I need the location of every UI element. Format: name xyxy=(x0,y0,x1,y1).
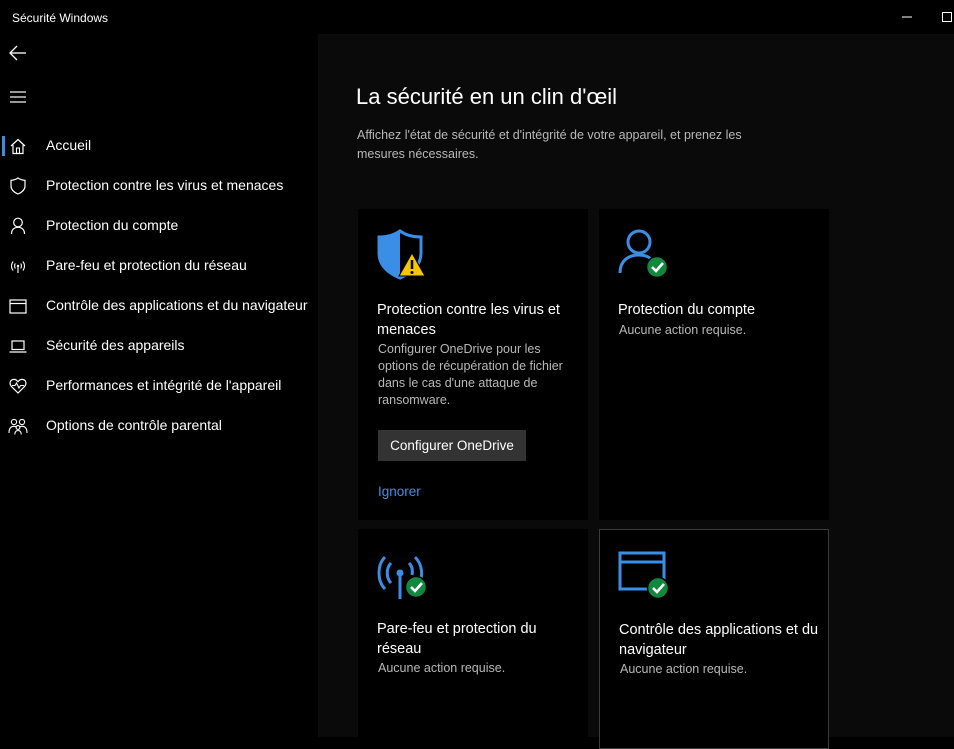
sidebar-item-label: Performances et intégrité de l'appareil xyxy=(46,377,282,393)
sidebar-item-firewall[interactable]: Pare-feu et protection du réseau xyxy=(0,246,318,286)
sidebar-item-accueil[interactable]: Accueil xyxy=(0,126,318,166)
sidebar: Accueil Protection contre les virus et m… xyxy=(0,34,318,737)
sidebar-item-device-security[interactable]: Sécurité des appareils xyxy=(0,326,318,366)
person-check-icon xyxy=(618,229,669,279)
sidebar-item-label: Protection contre les virus et menaces xyxy=(46,177,284,193)
family-icon xyxy=(8,417,28,435)
sidebar-item-device-performance[interactable]: Performances et intégrité de l'appareil xyxy=(0,366,318,406)
sidebar-item-account-protection[interactable]: Protection du compte xyxy=(0,206,318,246)
back-button[interactable] xyxy=(6,42,30,64)
sidebar-item-label: Protection du compte xyxy=(46,217,179,233)
title-bar: Sécurité Windows xyxy=(0,0,954,34)
sidebar-item-virus-protection[interactable]: Protection contre les virus et menaces xyxy=(0,166,318,206)
card-status: Aucune action requise. xyxy=(620,662,748,676)
person-icon xyxy=(8,217,28,235)
sidebar-item-label: Accueil xyxy=(46,137,92,153)
card-title: Protection du compte xyxy=(618,302,756,318)
card-virus-protection[interactable]: Protection contre les virus et menaces C… xyxy=(358,209,588,520)
card-app-browser-control[interactable]: Contrôle des applications et du navigate… xyxy=(599,529,829,749)
card-title: Pare-feu et protection du réseau xyxy=(377,621,537,657)
laptop-icon xyxy=(8,337,28,355)
browser-window-icon xyxy=(8,297,28,315)
minimize-icon xyxy=(902,16,912,18)
window-title: Sécurité Windows xyxy=(12,11,109,25)
browser-window-check-icon xyxy=(618,551,670,600)
sidebar-item-label: Options de contrôle parental xyxy=(46,417,222,433)
sidebar-item-label: Pare-feu et protection du réseau xyxy=(46,257,247,273)
card-status: Aucune action requise. xyxy=(619,323,747,337)
sidebar-item-label: Sécurité des appareils xyxy=(46,337,185,353)
card-status: Aucune action requise. xyxy=(378,661,506,675)
heart-pulse-icon xyxy=(8,377,28,395)
sidebar-item-parental-options[interactable]: Options de contrôle parental xyxy=(0,406,318,446)
maximize-icon xyxy=(942,12,952,22)
maximize-button[interactable] xyxy=(935,6,954,28)
main-content: La sécurité en un clin d'œil Affichez l'… xyxy=(318,34,954,749)
hamburger-menu-button[interactable] xyxy=(6,86,30,108)
shield-warning-icon xyxy=(377,229,426,280)
shield-icon xyxy=(8,177,28,195)
wifi-antenna-icon xyxy=(8,257,28,275)
card-firewall[interactable]: Pare-feu et protection du réseau Aucune … xyxy=(358,529,588,749)
sidebar-item-app-browser-control[interactable]: Contrôle des applications et du navigate… xyxy=(0,286,318,326)
back-arrow-icon xyxy=(9,45,26,61)
page-title: La sécurité en un clin d'œil xyxy=(356,84,617,109)
card-description: Configurer OneDrive pour les options de … xyxy=(378,342,563,407)
home-icon xyxy=(8,137,28,155)
hamburger-icon xyxy=(10,91,26,103)
card-account-protection[interactable]: Protection du compte Aucune action requi… xyxy=(599,209,829,520)
wifi-antenna-check-icon xyxy=(377,555,428,599)
configure-onedrive-button[interactable]: Configurer OneDrive xyxy=(378,430,526,461)
page-description: Affichez l'état de sécurité et d'intégri… xyxy=(357,128,742,161)
card-title: Protection contre les virus et menaces xyxy=(377,302,560,338)
minimize-button[interactable] xyxy=(895,6,919,28)
ignore-link[interactable]: Ignorer xyxy=(378,484,421,499)
sidebar-item-label: Contrôle des applications et du navigate… xyxy=(46,297,308,313)
card-title: Contrôle des applications et du navigate… xyxy=(619,622,819,658)
selection-indicator xyxy=(2,136,5,156)
